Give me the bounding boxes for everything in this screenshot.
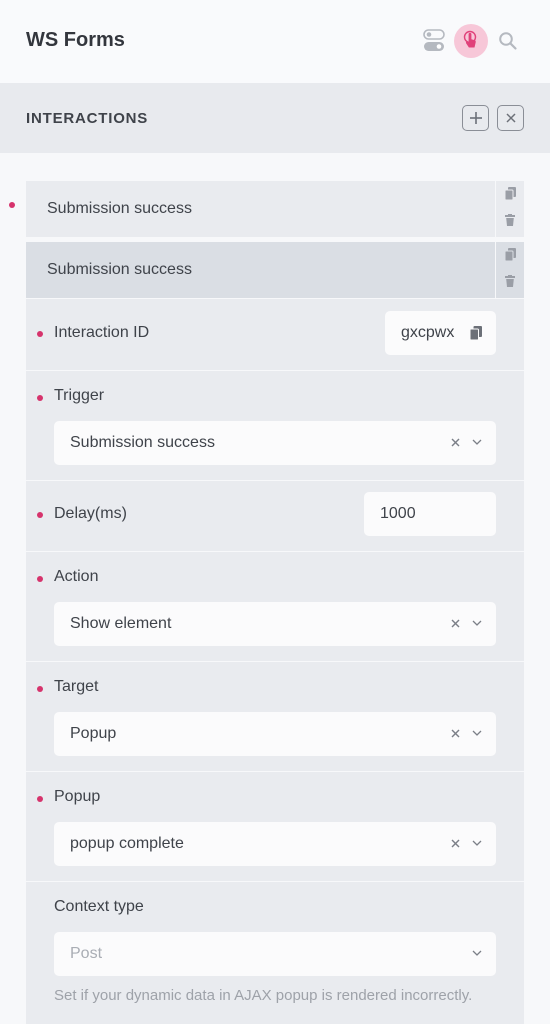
delay-input[interactable]: 1000 xyxy=(364,492,496,536)
popup-label: Popup xyxy=(54,788,101,805)
required-dot xyxy=(37,796,43,802)
changed-indicator xyxy=(9,202,15,208)
top-bar: WS Forms xyxy=(0,0,550,83)
target-value: Popup xyxy=(70,725,117,742)
interaction-item-actions xyxy=(496,242,524,298)
control-delay: Delay(ms) 1000 xyxy=(26,480,524,551)
interaction-item-label[interactable]: Submission success xyxy=(26,242,495,298)
chevron-down-icon xyxy=(470,615,484,631)
control-interaction-id: Interaction ID gxcpwx xyxy=(26,298,524,370)
search-icon[interactable] xyxy=(494,27,522,55)
trigger-select[interactable]: Submission success xyxy=(54,421,496,465)
control-action: Action Show element xyxy=(26,551,524,661)
chevron-down-icon xyxy=(470,945,484,961)
clear-icon[interactable] xyxy=(448,615,462,631)
delay-value: 1000 xyxy=(380,505,416,522)
trash-icon[interactable] xyxy=(503,213,517,227)
chevron-down-icon xyxy=(470,835,484,851)
close-button[interactable] xyxy=(497,105,524,131)
clear-icon[interactable] xyxy=(448,725,462,741)
required-dot xyxy=(37,576,43,582)
context-type-placeholder: Post xyxy=(70,945,103,962)
control-popup: Popup popup complete xyxy=(26,771,524,881)
delay-label: Delay(ms) xyxy=(54,505,127,522)
target-select[interactable]: Popup xyxy=(54,712,496,756)
chevron-down-icon xyxy=(470,725,484,741)
copy-icon[interactable] xyxy=(503,186,517,200)
popup-select[interactable]: popup complete xyxy=(54,822,496,866)
interaction-item-actions xyxy=(496,181,524,237)
chevron-down-icon xyxy=(470,434,484,450)
interaction-item-active[interactable]: Submission success xyxy=(26,242,524,298)
app-title: WS Forms xyxy=(26,29,125,51)
action-select[interactable]: Show element xyxy=(54,602,496,646)
add-interaction-button[interactable] xyxy=(462,105,489,131)
control-trigger: Trigger Submission success xyxy=(26,370,524,480)
section-title: INTERACTIONS xyxy=(26,110,149,127)
trigger-value: Submission success xyxy=(70,434,215,451)
interaction-id-label: Interaction ID xyxy=(54,324,150,341)
context-type-help: Set if your dynamic data in AJAX popup i… xyxy=(54,987,473,1004)
plus-icon xyxy=(469,112,482,124)
close-icon xyxy=(505,113,516,123)
clear-icon[interactable] xyxy=(448,835,462,851)
copy-icon[interactable] xyxy=(503,247,517,261)
context-type-label: Context type xyxy=(54,898,144,915)
trash-icon[interactable] xyxy=(503,274,517,288)
action-value: Show element xyxy=(70,615,172,632)
control-context-type: Context type Post Set if your dynamic da… xyxy=(26,881,524,1024)
required-dot xyxy=(37,512,43,518)
interaction-item[interactable]: Submission success xyxy=(26,181,524,237)
required-dot xyxy=(37,331,43,337)
interaction-item-label[interactable]: Submission success xyxy=(26,181,495,237)
interaction-id-field[interactable]: gxcpwx xyxy=(385,311,496,355)
required-dot xyxy=(37,686,43,692)
copy-icon[interactable] xyxy=(469,326,482,341)
required-dot xyxy=(37,395,43,401)
popup-value: popup complete xyxy=(70,835,184,852)
interaction-settings-panel: Interaction ID gxcpwx Trigger Submission… xyxy=(26,298,524,1024)
interaction-id-value: gxcpwx xyxy=(401,324,455,341)
control-target: Target Popup xyxy=(26,661,524,771)
interactions-header: INTERACTIONS xyxy=(0,83,550,153)
toggle-icon[interactable] xyxy=(420,26,448,56)
trigger-label: Trigger xyxy=(54,387,105,404)
target-label: Target xyxy=(54,678,99,695)
context-type-select[interactable]: Post xyxy=(54,932,496,976)
pointer-icon[interactable] xyxy=(454,24,488,58)
clear-icon[interactable] xyxy=(448,434,462,450)
action-label: Action xyxy=(54,568,99,585)
